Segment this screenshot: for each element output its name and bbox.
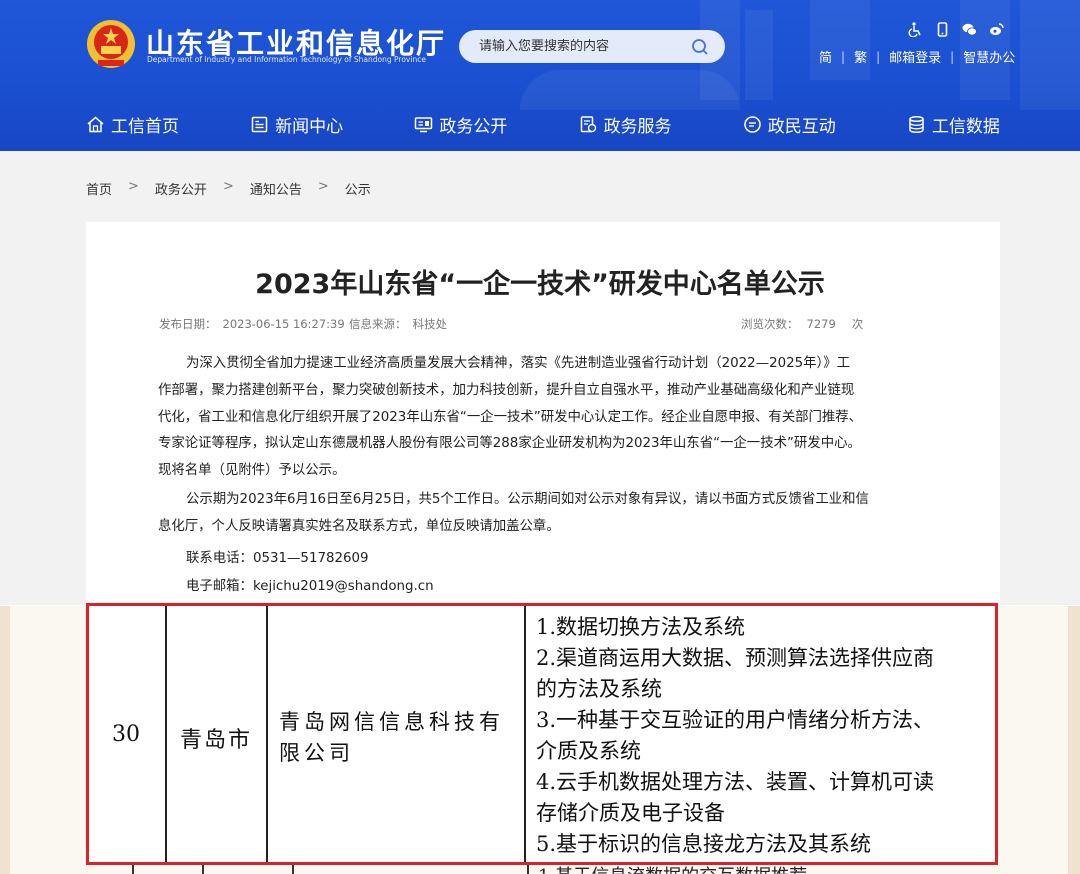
table-column-divider — [266, 606, 268, 862]
header-links: 简 | 繁 | 邮箱登录 | 智慧办公 — [819, 47, 1015, 67]
row-patents: 1.数据切换方法及系统 2.渠道商运用大数据、预测算法选择供应商 的方法及系统 … — [536, 612, 986, 860]
service-icon — [580, 116, 596, 133]
publish-date-label: 发布日期： — [159, 317, 217, 331]
contact-phone: 联系电话：0531—51782609 — [186, 551, 369, 566]
lang-traditional-link[interactable]: 繁 — [854, 47, 867, 66]
table-column-divider — [524, 606, 526, 862]
view-count: 浏览次数： 7279 次 — [741, 316, 863, 332]
article-paragraph-1: 为深入贯彻全省加力提速工业经济高质量发展大会精神，落实《先进制造业强省行动计划（… — [158, 351, 888, 485]
nav-label: 政务公开 — [439, 117, 508, 137]
row-city: 青岛市 — [180, 728, 253, 753]
paragraph-line: 公示期为2023年6月16日至6月25日，共5个工作日。公示期间如对公示对象有异… — [186, 492, 869, 507]
lang-simplified-link[interactable]: 简 — [819, 47, 832, 66]
paragraph-line: 息化厅，个人反映请署真实姓名及联系方式，单位反映请加盖公章。 — [158, 518, 560, 534]
wechat-icon[interactable] — [962, 22, 977, 37]
paragraph-line: 为深入贯彻全省加力提速工业经济高质量发展大会精神，落实《先进制造业强省行动计划（… — [186, 356, 851, 371]
publish-date-value: 2023-06-15 16:27:39 — [222, 317, 345, 331]
nav-label: 政务服务 — [603, 117, 672, 137]
site-subtitle: Department of Industry and Information T… — [147, 55, 426, 64]
view-count-label: 浏览次数： — [741, 317, 799, 331]
publish-date: 发布日期： 2023-06-15 16:27:39 — [159, 316, 345, 332]
nav-item-interaction[interactable]: 政民互动 — [743, 112, 836, 137]
nav-item-gov-affairs[interactable]: 政务公开 — [414, 112, 507, 137]
article-paragraph-2: 公示期为2023年6月16日至6月25日，共5个工作日。公示期间如对公示对象有异… — [158, 487, 888, 541]
weibo-icon[interactable] — [989, 22, 1004, 37]
table-column-divider — [165, 606, 167, 862]
main-nav: 工信首页 新闻中心 政务公开 政务服务 政民互动 工信数据 — [86, 112, 1000, 137]
nav-item-data[interactable]: 工信数据 — [907, 112, 1000, 137]
nav-item-home[interactable]: 工信首页 — [86, 112, 179, 137]
patent-line: 存储介质及电子设备 — [536, 801, 725, 825]
database-icon — [909, 115, 924, 134]
patent-line: 3.一种基于交互验证的用户情绪分析方法、 — [536, 708, 935, 732]
site-header: 山东省工业和信息化厅 Department of Industry and In… — [0, 0, 1080, 151]
mail-login-link[interactable]: 邮箱登录 — [889, 47, 941, 66]
view-count-unit: 次 — [851, 317, 864, 331]
paragraph-line: 现将名单（见附件）予以公示。 — [158, 463, 346, 479]
breadcrumb-publicity[interactable]: 公示 — [345, 179, 371, 198]
mobile-icon[interactable] — [935, 22, 950, 37]
nav-label: 新闻中心 — [275, 117, 344, 137]
chat-icon — [744, 116, 761, 133]
breadcrumb-gov-affairs[interactable]: 政务公开 — [155, 179, 207, 198]
next-row-partial-text: 1.基于信息流数据的交互数据推荐 — [538, 862, 807, 874]
nav-label: 工信首页 — [111, 117, 179, 137]
nav-label: 政民互动 — [767, 117, 836, 137]
view-count-value: 7279 — [806, 317, 836, 331]
patent-line: 介质及系统 — [536, 739, 641, 763]
nav-item-gov-service[interactable]: 政务服务 — [579, 112, 672, 137]
info-source: 信息来源： 科技处 — [349, 316, 447, 332]
breadcrumb-notices[interactable]: 通知公告 — [250, 179, 302, 198]
info-source-value: 科技处 — [412, 317, 448, 331]
search-box — [459, 30, 725, 63]
row-number: 30 — [112, 722, 140, 747]
nav-item-news[interactable]: 新闻中心 — [250, 112, 343, 137]
contact-email: 电子邮箱：kejichu2019@shandong.cn — [186, 579, 434, 594]
monitor-icon — [415, 117, 433, 133]
search-input[interactable] — [479, 39, 694, 54]
smart-office-link[interactable]: 智慧办公 — [963, 47, 1015, 66]
article-title: 2023年山东省“一企一技术”研发中心名单公示 — [255, 269, 825, 300]
national-emblem-icon[interactable] — [86, 18, 136, 70]
patent-line: 5.基于标识的信息接龙方法及其系统 — [536, 832, 872, 856]
accessibility-icon[interactable] — [908, 22, 923, 38]
breadcrumb: 首页 > 政务公开 > 通知公告 > 公示 — [86, 179, 371, 198]
nav-label: 工信数据 — [931, 117, 1000, 137]
tool-icons — [908, 22, 1004, 38]
search-icon[interactable] — [691, 38, 709, 56]
news-icon — [251, 116, 268, 133]
row-company: 青岛网信信息科技有限公司 — [279, 710, 504, 765]
breadcrumb-home[interactable]: 首页 — [86, 179, 112, 198]
paragraph-line: 专家论证等程序，拟认定山东德晟机器人股份有限公司等288家企业研发机构为2023… — [158, 436, 861, 452]
patent-line: 1.数据切换方法及系统 — [536, 615, 746, 639]
info-source-label: 信息来源： — [349, 317, 407, 331]
home-icon — [87, 116, 104, 133]
patent-line: 4.云手机数据处理方法、装置、计算机可读 — [536, 770, 935, 794]
patent-line: 的方法及系统 — [536, 677, 662, 701]
paragraph-line: 作部署，聚力搭建创新平台，聚力突破创新技术，加力科技创新，提升自立自强水平，推动… — [158, 382, 855, 398]
patent-line: 2.渠道商运用大数据、预测算法选择供应商 — [536, 646, 935, 670]
paragraph-line: 代化，省工业和信息化厅组织开展了2023年山东省“一企一技术”研发中心认定工作。… — [158, 409, 863, 425]
